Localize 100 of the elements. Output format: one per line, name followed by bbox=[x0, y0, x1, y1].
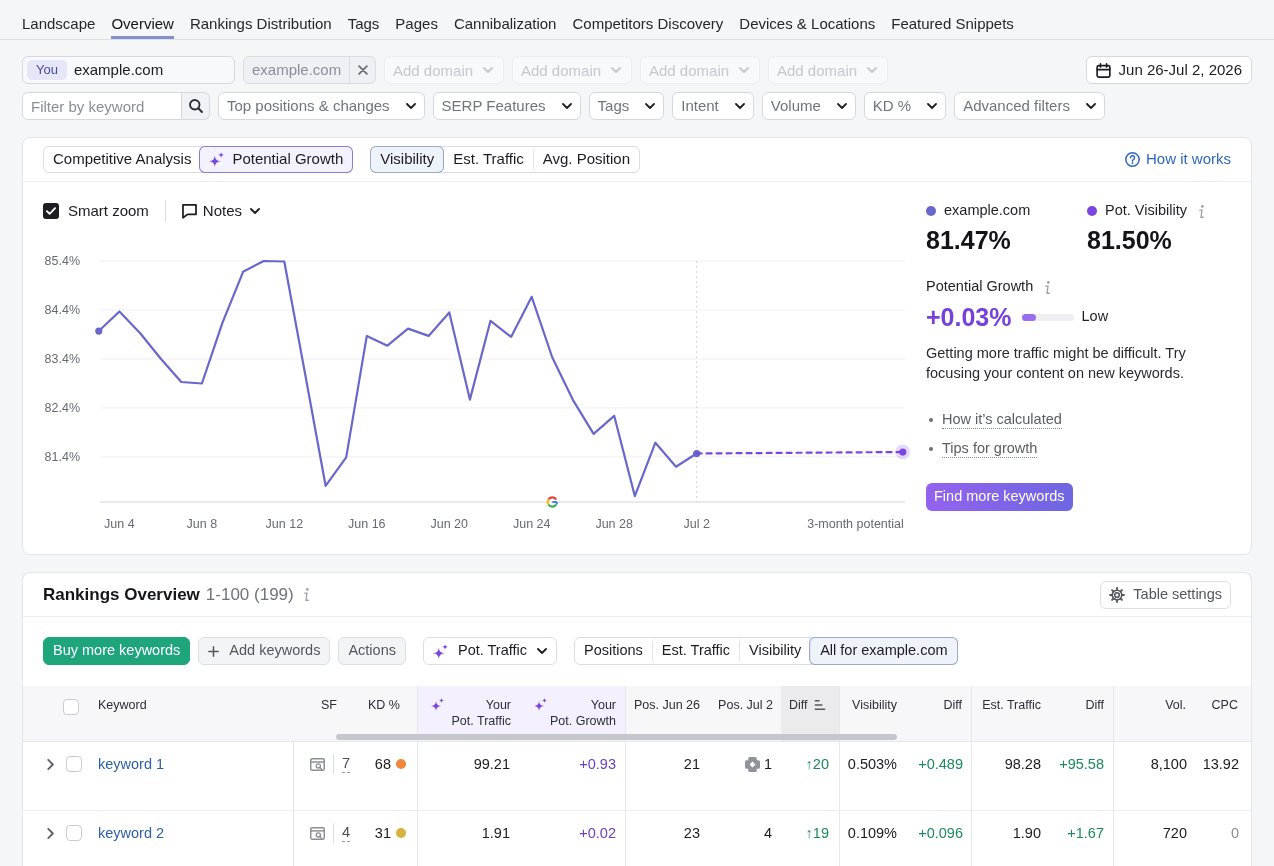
sparkle-icon bbox=[432, 643, 448, 659]
nav-tab[interactable]: Rankings Distribution bbox=[189, 0, 332, 39]
filter-dropdown[interactable]: KD % bbox=[863, 92, 947, 120]
growth-message: Getting more traffic might be difficult. Try focusing your content on new keywords. bbox=[926, 344, 1187, 383]
chevron-down-icon bbox=[1085, 103, 1096, 109]
nav-tab[interactable]: Cannibalization bbox=[453, 0, 557, 39]
diff-value: +1.67 bbox=[1067, 824, 1104, 843]
metric-dropdown[interactable]: Pot. Traffic bbox=[422, 637, 557, 665]
annotation-label: 3-month potential bbox=[807, 517, 904, 531]
column-header[interactable]: KD % bbox=[356, 686, 417, 741]
sparkle-icon bbox=[534, 698, 547, 711]
column-header[interactable]: Diff bbox=[906, 686, 971, 741]
filter-dropdown[interactable]: Tags bbox=[588, 92, 665, 120]
axis-label: 84.4% bbox=[44, 303, 80, 317]
kd-value: 68 bbox=[374, 755, 391, 774]
column-header[interactable]: Vol. bbox=[1113, 686, 1196, 741]
position-value: 1 bbox=[763, 755, 772, 774]
horizontal-scrollbar[interactable] bbox=[336, 734, 897, 740]
axis-label: 81.4% bbox=[44, 449, 80, 464]
metric-tab[interactable]: Est. Traffic bbox=[443, 147, 533, 172]
chevron-down-icon bbox=[836, 103, 847, 109]
serp-feature-count[interactable]: 7 bbox=[341, 754, 350, 773]
serp-feature-count[interactable]: 4 bbox=[341, 823, 350, 842]
nav-tab[interactable]: Tags bbox=[347, 0, 380, 39]
row-checkbox[interactable] bbox=[66, 825, 82, 841]
visibility-value: 0.503% bbox=[847, 755, 897, 774]
select-all-checkbox[interactable] bbox=[63, 699, 79, 715]
bullet-icon bbox=[929, 417, 933, 422]
table-settings-button[interactable]: Table settings bbox=[1100, 580, 1231, 609]
domain-field[interactable]: You example.com bbox=[22, 56, 235, 84]
legend-label: example.com bbox=[944, 201, 1031, 221]
serp-window-icon bbox=[309, 757, 325, 771]
mode-tab[interactable]: Potential Growth bbox=[200, 147, 353, 172]
speech-bubble-icon bbox=[181, 203, 197, 219]
column-header[interactable]: Diff bbox=[1046, 686, 1113, 741]
filter-dropdown[interactable]: Top positions & changes bbox=[218, 92, 425, 120]
find-keywords-button[interactable]: Find more keywords bbox=[926, 483, 1073, 511]
position-value: 4 bbox=[763, 824, 772, 843]
calendar-icon bbox=[1095, 62, 1111, 78]
column-header[interactable]: Est. Traffic bbox=[971, 686, 1046, 741]
axis-label: Jun 24 bbox=[512, 517, 551, 531]
nav-tab[interactable]: Pages bbox=[395, 0, 438, 39]
axis-label: 82.4% bbox=[44, 400, 80, 415]
growth-label: Potential Growth bbox=[926, 277, 1034, 297]
result-range: 1-100 (199) bbox=[205, 583, 294, 606]
column-header[interactable]: Keyword bbox=[91, 686, 294, 741]
bullet-icon bbox=[929, 446, 933, 451]
filter-dropdown[interactable]: Advanced filters bbox=[954, 92, 1105, 120]
axis-label: Jun 12 bbox=[265, 517, 304, 531]
nav-tab[interactable]: Landscape bbox=[22, 0, 96, 39]
filter-dropdown[interactable]: SERP Features bbox=[432, 92, 581, 120]
view-tab[interactable]: All for example.com bbox=[810, 638, 957, 664]
actions-button[interactable]: Actions bbox=[338, 637, 406, 665]
growth-value: +0.02 bbox=[579, 824, 616, 843]
add-keywords-button[interactable]: Add keywords bbox=[198, 637, 331, 665]
position-value: 21 bbox=[683, 755, 700, 774]
search-icon bbox=[188, 99, 203, 113]
axis-label: Jun 16 bbox=[348, 517, 386, 531]
column-header[interactable]: SF bbox=[294, 686, 356, 741]
close-icon bbox=[357, 65, 368, 75]
chevron-down-icon bbox=[483, 67, 493, 73]
notes-button[interactable]: Notes bbox=[181, 199, 261, 223]
smart-zoom-checkbox[interactable] bbox=[43, 203, 59, 219]
nav-tab[interactable]: Competitors Discovery bbox=[572, 0, 724, 39]
view-tab[interactable]: Est. Traffic bbox=[651, 638, 740, 664]
cpc-value: 13.92 bbox=[1202, 755, 1239, 774]
axis-label: Jun 8 bbox=[186, 517, 218, 531]
help-link[interactable]: How it’s calculated bbox=[942, 410, 1062, 429]
legend-label: Pot. Visibility bbox=[1105, 201, 1187, 221]
metric-tab[interactable]: Avg. Position bbox=[532, 147, 640, 172]
axis-label: Jun 28 bbox=[595, 517, 633, 531]
help-link[interactable]: Tips for growth bbox=[942, 439, 1038, 458]
mode-tab[interactable]: Competitive Analysis bbox=[44, 147, 201, 172]
nav-tab[interactable]: Featured Snippets bbox=[891, 0, 1014, 39]
position-value: 23 bbox=[683, 824, 700, 843]
data-point bbox=[95, 327, 103, 335]
filter-dropdown[interactable]: Intent bbox=[672, 92, 754, 120]
row-checkbox[interactable] bbox=[66, 756, 82, 772]
competitor-domain: example.com bbox=[251, 59, 343, 80]
chevron-down-icon bbox=[867, 67, 877, 73]
filter-input[interactable]: Filter by keyword bbox=[22, 92, 182, 120]
search-button[interactable] bbox=[182, 92, 210, 120]
axis-label: Jun 4 bbox=[104, 517, 135, 531]
checkmark-icon bbox=[46, 207, 56, 215]
chevron-down-icon bbox=[645, 103, 656, 109]
chevron-down-icon bbox=[537, 648, 547, 654]
column-header[interactable]: Pos. Jul 2 bbox=[709, 686, 781, 741]
nav-tab[interactable]: Overview bbox=[111, 0, 174, 39]
chevron-down-icon bbox=[927, 103, 938, 109]
nav-tab[interactable]: Devices & Locations bbox=[739, 0, 876, 39]
view-tab[interactable]: Positions bbox=[575, 638, 652, 664]
keyword-link[interactable]: keyword 2 bbox=[98, 823, 165, 843]
keyword-link[interactable]: keyword 1 bbox=[98, 754, 165, 774]
date-range-button[interactable]: Jun 26-Jul 2, 2026 bbox=[1085, 56, 1252, 84]
chevron-down-icon bbox=[561, 103, 572, 109]
diff-value: +0.096 bbox=[918, 824, 963, 843]
filter-dropdown[interactable]: Volume bbox=[761, 92, 856, 120]
help-link[interactable]: How it works bbox=[1125, 148, 1231, 171]
metric-tab[interactable]: Visibility bbox=[371, 147, 444, 172]
column-header[interactable]: CPC bbox=[1196, 686, 1251, 741]
